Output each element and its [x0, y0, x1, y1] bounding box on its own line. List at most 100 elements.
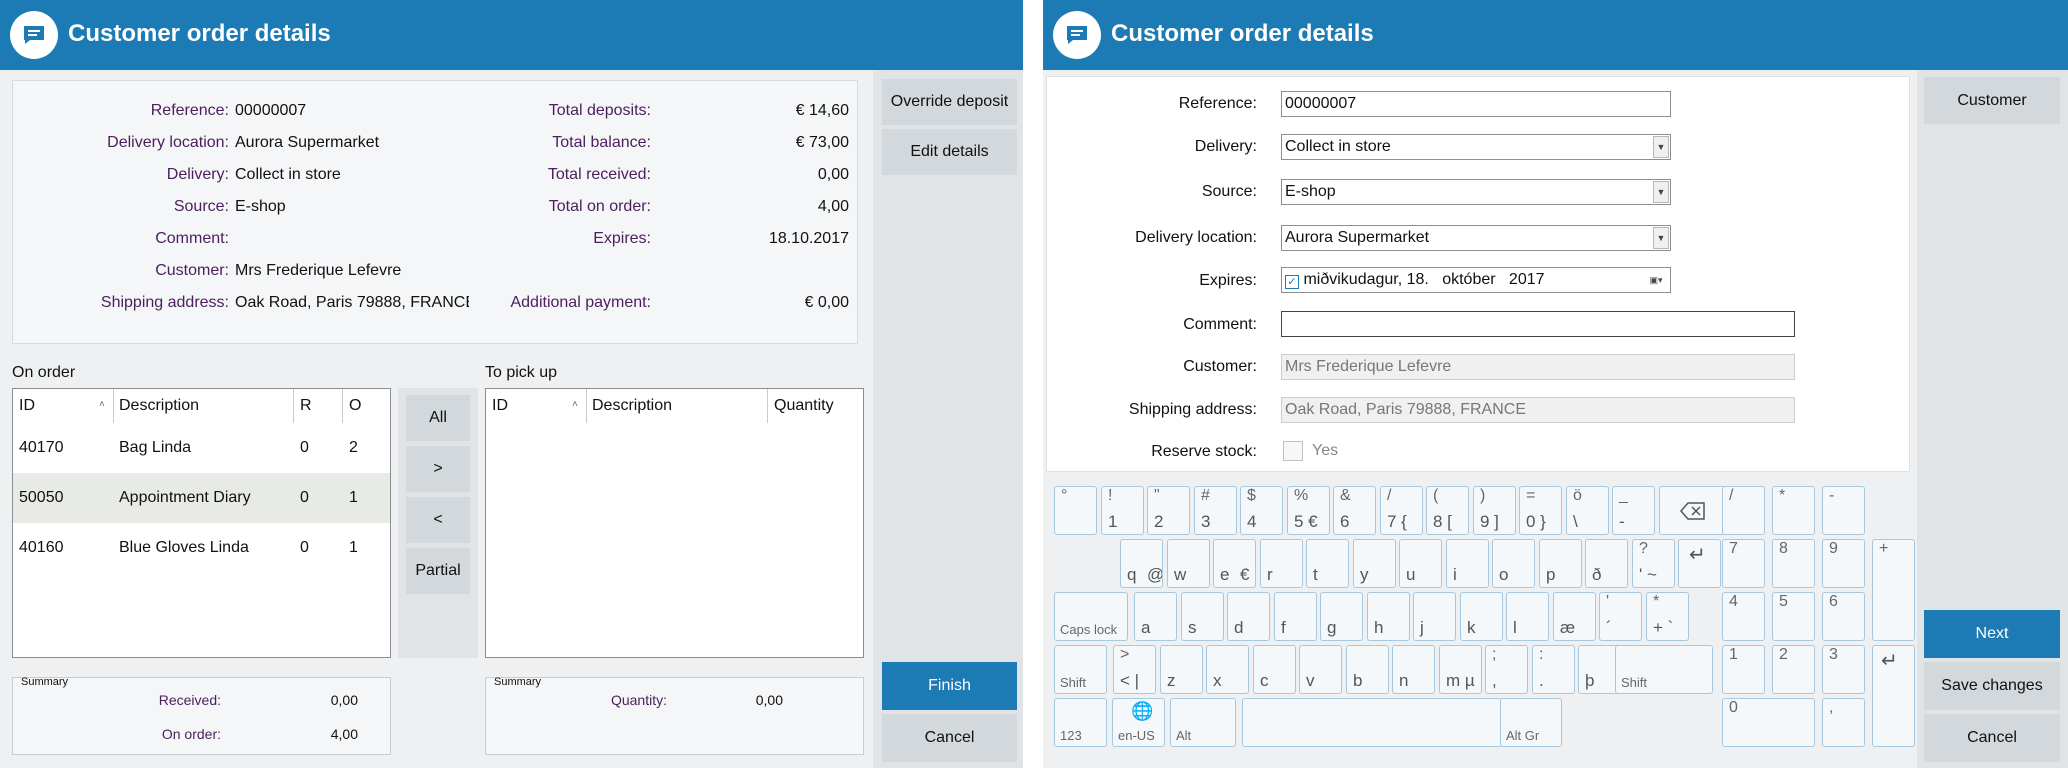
delivery-location-select[interactable]: Aurora Supermarket ▼ [1281, 225, 1671, 251]
move-all-button[interactable]: All [406, 395, 470, 441]
numeric-toggle-key[interactable]: 123 [1054, 698, 1107, 747]
table-row[interactable]: 40160 Blue Gloves Linda 0 1 [13, 523, 390, 573]
key[interactable]: ° [1054, 486, 1097, 535]
header-description[interactable]: Description [592, 397, 672, 415]
key[interactable]: ö \ [1566, 486, 1609, 535]
shift-key-right[interactable]: Shift [1615, 645, 1713, 694]
calendar-icon[interactable]: ▣▾ [1643, 269, 1669, 291]
alt-key[interactable]: Alt [1170, 698, 1236, 747]
move-right-button[interactable]: > [406, 446, 470, 492]
header-quantity[interactable]: Quantity [774, 397, 834, 415]
header-description[interactable]: Description [119, 397, 199, 415]
key[interactable]: $4 [1240, 486, 1283, 535]
header-o[interactable]: O [349, 397, 361, 415]
table-row[interactable]: 40170 Bag Linda 0 2 [13, 423, 390, 473]
reference-input[interactable]: 00000007 [1281, 91, 1671, 117]
header-id[interactable]: ID [19, 397, 35, 415]
key[interactable]: e € [1213, 539, 1256, 588]
numpad-key[interactable]: 9 [1822, 539, 1865, 588]
key[interactable]: z [1160, 645, 1203, 694]
numpad-key[interactable]: / [1722, 486, 1765, 535]
source-select[interactable]: E-shop ▼ [1281, 179, 1671, 205]
chevron-down-icon[interactable]: ▼ [1653, 227, 1669, 249]
edit-details-button[interactable]: Edit details [882, 129, 1017, 175]
key[interactable]: j [1413, 592, 1456, 641]
key[interactable]: g [1320, 592, 1363, 641]
key[interactable]: n [1392, 645, 1435, 694]
numpad-key[interactable]: 6 [1822, 592, 1865, 641]
key[interactable]: h [1367, 592, 1410, 641]
key[interactable]: x [1206, 645, 1249, 694]
key[interactable]: f [1274, 592, 1317, 641]
key[interactable]: a [1134, 592, 1177, 641]
comment-input[interactable] [1281, 311, 1795, 337]
shift-key-left[interactable]: Shift [1054, 645, 1107, 694]
key[interactable]: y [1353, 539, 1396, 588]
key[interactable]: æ [1553, 592, 1596, 641]
key[interactable]: w [1167, 539, 1210, 588]
finish-button[interactable]: Finish [882, 662, 1017, 710]
numpad-key[interactable]: 2 [1772, 645, 1815, 694]
numpad-key[interactable]: 3 [1822, 645, 1865, 694]
key[interactable]: ' ´ [1599, 592, 1642, 641]
numpad-key[interactable]: , [1822, 698, 1865, 747]
expires-month[interactable]: október [1442, 271, 1495, 288]
key[interactable]: s [1181, 592, 1224, 641]
numpad-key[interactable]: 1 [1722, 645, 1765, 694]
key[interactable]: > < | [1113, 645, 1156, 694]
expires-checkbox-icon[interactable]: ✓ [1285, 275, 1299, 289]
alt-gr-key[interactable]: Alt Gr [1500, 698, 1562, 747]
key[interactable]: c [1253, 645, 1296, 694]
numpad-enter-key[interactable]: ↵ [1872, 645, 1915, 747]
key[interactable]: % 5 € [1287, 486, 1330, 535]
numpad-key[interactable]: * [1772, 486, 1815, 535]
next-button[interactable]: Next [1924, 610, 2060, 658]
partial-button[interactable]: Partial [406, 548, 470, 594]
key[interactable]: :. [1532, 645, 1575, 694]
save-changes-button[interactable]: Save changes [1924, 662, 2060, 710]
enter-key[interactable]: ↵ [1678, 539, 1721, 588]
key[interactable]: / 7 { [1380, 486, 1423, 535]
key[interactable]: i [1446, 539, 1489, 588]
key[interactable]: b [1346, 645, 1389, 694]
key[interactable]: ! 1 [1101, 486, 1144, 535]
key[interactable]: = 0 } [1519, 486, 1562, 535]
numpad-key[interactable]: 5 [1772, 592, 1815, 641]
key[interactable]: t [1306, 539, 1349, 588]
backspace-key[interactable] [1659, 486, 1725, 535]
expires-day[interactable]: miðvikudagur, 18. [1303, 271, 1428, 288]
key[interactable]: _ - [1612, 486, 1655, 535]
key[interactable]: o [1492, 539, 1535, 588]
key[interactable]: q @ [1120, 539, 1163, 588]
customer-button[interactable]: Customer [1924, 77, 2060, 124]
key[interactable]: ) 9 ] [1473, 486, 1516, 535]
key[interactable]: & 6 [1333, 486, 1376, 535]
delivery-select[interactable]: Collect in store ▼ [1281, 134, 1671, 160]
key[interactable]: r [1260, 539, 1303, 588]
numpad-key[interactable]: - [1822, 486, 1865, 535]
caps-lock-key[interactable]: Caps lock [1054, 592, 1128, 641]
key[interactable]: k [1460, 592, 1503, 641]
key[interactable]: d [1227, 592, 1270, 641]
space-key[interactable] [1242, 698, 1502, 747]
expires-date-picker[interactable]: ✓ miðvikudagur, 18. október 2017 ▣▾ [1281, 267, 1671, 293]
cancel-button[interactable]: Cancel [882, 714, 1017, 762]
key[interactable]: * + ` [1646, 592, 1689, 641]
key[interactable]: ð [1585, 539, 1628, 588]
expires-year[interactable]: 2017 [1509, 271, 1545, 288]
header-id[interactable]: ID [492, 397, 508, 415]
override-deposit-button[interactable]: Override deposit [882, 79, 1017, 125]
key[interactable]: " 2 [1147, 486, 1190, 535]
key[interactable]: (8 [ [1426, 486, 1469, 535]
numpad-plus-key[interactable]: + [1872, 539, 1915, 641]
key[interactable]: #3 [1194, 486, 1237, 535]
reserve-stock-checkbox[interactable] [1283, 441, 1303, 461]
numpad-key[interactable]: 7 [1722, 539, 1765, 588]
chevron-down-icon[interactable]: ▼ [1653, 181, 1669, 203]
header-r[interactable]: R [300, 397, 312, 415]
numpad-key[interactable]: 0 [1722, 698, 1815, 747]
numpad-key[interactable]: 4 [1722, 592, 1765, 641]
language-key[interactable]: en-US 🌐 [1112, 698, 1165, 747]
chevron-down-icon[interactable]: ▼ [1653, 136, 1669, 158]
key[interactable]: l [1506, 592, 1549, 641]
